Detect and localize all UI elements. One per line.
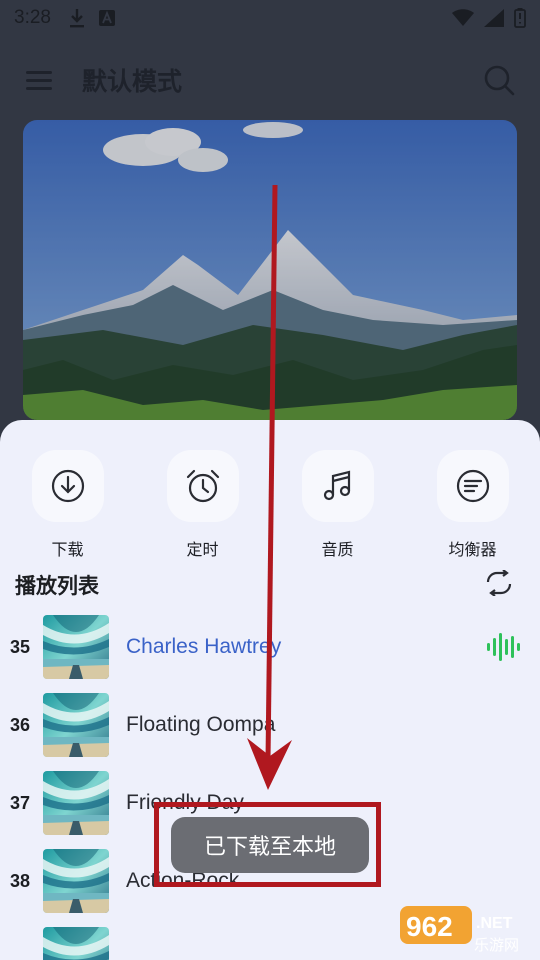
equalizer-button[interactable] (436, 450, 509, 522)
repeat-icon[interactable] (484, 570, 514, 596)
download-label: 下载 (51, 540, 84, 559)
action-row: 下载 定时 音质 均衡器 (0, 450, 540, 560)
timer-label: 定时 (186, 540, 219, 559)
svg-text:.NET: .NET (476, 915, 513, 932)
top-bar: 默认模式 (0, 52, 540, 108)
menu-icon[interactable] (24, 68, 56, 92)
track-thumbnail (43, 771, 109, 835)
download-icon (51, 469, 84, 503)
status-time: 3:28 (14, 7, 51, 28)
status-bar: 3:28 (0, 0, 540, 36)
playlist-title: 播放列表 (15, 574, 99, 598)
download-action[interactable]: 下载 (8, 450, 128, 560)
timer-button[interactable] (166, 450, 239, 522)
quality-button[interactable] (301, 450, 374, 522)
equalizer-action[interactable]: 均衡器 (413, 450, 533, 560)
page-title: 默认模式 (82, 67, 183, 96)
music-note-icon (323, 470, 350, 501)
track-title: Floating Oompa (126, 713, 276, 736)
track-number: 38 (10, 870, 31, 891)
track-thumbnail (43, 693, 109, 757)
track-row[interactable]: 36 Floating Oompa (0, 693, 540, 757)
equalizer-list-icon (456, 469, 489, 503)
cellular-icon (484, 9, 504, 27)
quality-label: 音质 (321, 540, 354, 559)
wifi-icon (452, 9, 474, 26)
track-title: Charles Hawtrey (126, 635, 282, 658)
download-icon (69, 9, 84, 28)
track-thumbnail (43, 615, 109, 679)
download-button[interactable] (31, 450, 104, 522)
equalizer-label: 均衡器 (448, 540, 497, 559)
track-number: 36 (10, 714, 31, 735)
search-icon[interactable] (482, 63, 516, 97)
svg-text:乐游网: 乐游网 (474, 936, 519, 954)
track-row[interactable]: 35 Charles Hawtrey (0, 615, 540, 679)
track-number: 35 (10, 636, 31, 657)
alarm-clock-icon (186, 469, 219, 503)
quality-action[interactable]: 音质 (278, 450, 398, 560)
a-icon (98, 10, 115, 26)
svg-text:962: 962 (406, 911, 453, 942)
toast-message: 已下载至本地 (171, 817, 369, 873)
album-cover-image (23, 120, 517, 420)
track-thumbnail (43, 927, 109, 960)
now-playing-icon (487, 633, 520, 661)
track-number: 37 (10, 792, 31, 813)
timer-action[interactable]: 定时 (143, 450, 263, 560)
battery-icon (514, 8, 526, 28)
site-watermark-logo: 962 .NET 乐游网 (400, 906, 519, 954)
track-thumbnail (43, 849, 109, 913)
